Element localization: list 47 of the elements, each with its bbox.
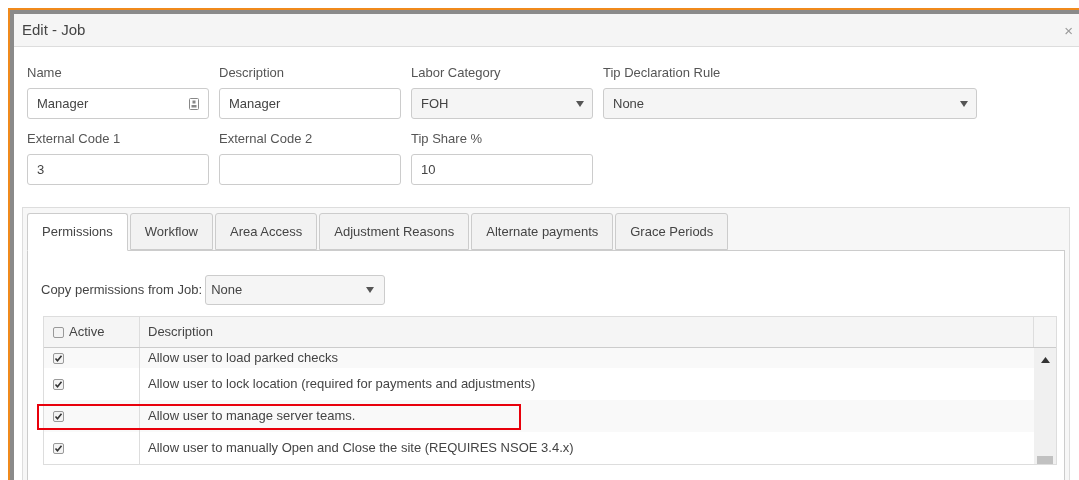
tab[interactable]: Workflow <box>129 213 213 250</box>
caret-icon <box>960 100 968 107</box>
tab[interactable]: Area Access <box>215 213 318 250</box>
column-header: Description <box>140 317 1034 347</box>
input-field[interactable]: 3 <box>27 154 209 185</box>
input-field[interactable] <box>219 154 401 185</box>
table-cell-text: Allow user to load parked checks <box>147 349 339 368</box>
field-label: Tip Share % <box>411 131 484 146</box>
field-label: External Code 2 <box>219 131 314 146</box>
checkbox[interactable] <box>53 352 64 364</box>
tab[interactable]: Adjustment Reasons <box>319 213 470 250</box>
copy-permissions-label: Copy permissions from Job: <box>41 281 203 300</box>
checkmark-icon <box>54 379 63 389</box>
table-cell-text: Allow user to lock location (required for payments and adjustments) <box>147 375 536 394</box>
dropdown[interactable]: FOH <box>411 88 593 119</box>
table-cell-text: Allow user to manually Open and Close the site (REQUIRES NSOE 3.4.x) <box>147 439 574 458</box>
input-field[interactable]: Manager <box>219 88 401 119</box>
scroll-up-arrow-icon[interactable] <box>1040 357 1050 363</box>
dropdown[interactable]: None <box>603 88 977 119</box>
dropdown[interactable]: None <box>205 275 386 305</box>
checkmark-icon <box>54 411 63 421</box>
caret-icon <box>366 287 375 293</box>
table-row[interactable]: Allow user to load parked checks <box>44 348 1034 368</box>
tab[interactable]: Alternate payments <box>471 213 614 250</box>
checkbox[interactable] <box>53 378 64 390</box>
table-row[interactable]: Allow user to manage server teams. <box>44 400 1034 432</box>
checkbox[interactable] <box>53 442 64 454</box>
field-label: Name <box>27 65 63 80</box>
field-label: Labor Category <box>411 65 502 80</box>
checkbox[interactable] <box>53 326 64 338</box>
field-label: Tip Declaration Rule <box>603 65 722 80</box>
checkmark-icon <box>54 353 63 363</box>
tab[interactable]: Grace Periods <box>615 213 729 250</box>
scrollbar-thumb[interactable] <box>1037 456 1053 464</box>
checkbox[interactable] <box>53 410 64 422</box>
contact-card-icon <box>189 97 199 110</box>
input-field[interactable]: Manager <box>27 88 209 119</box>
tab[interactable]: Permissions <box>27 213 128 251</box>
column-header: Active <box>44 317 140 347</box>
checkmark-icon <box>54 443 63 453</box>
window-title: Edit - Job <box>22 19 86 40</box>
field-label: External Code 1 <box>27 131 122 146</box>
scrollbar[interactable] <box>1034 348 1056 464</box>
table-cell-text: Allow user to manage server teams. <box>147 407 356 426</box>
caret-icon <box>576 100 584 107</box>
field-label: Description <box>219 65 286 80</box>
input-field[interactable]: 10 <box>411 154 593 185</box>
